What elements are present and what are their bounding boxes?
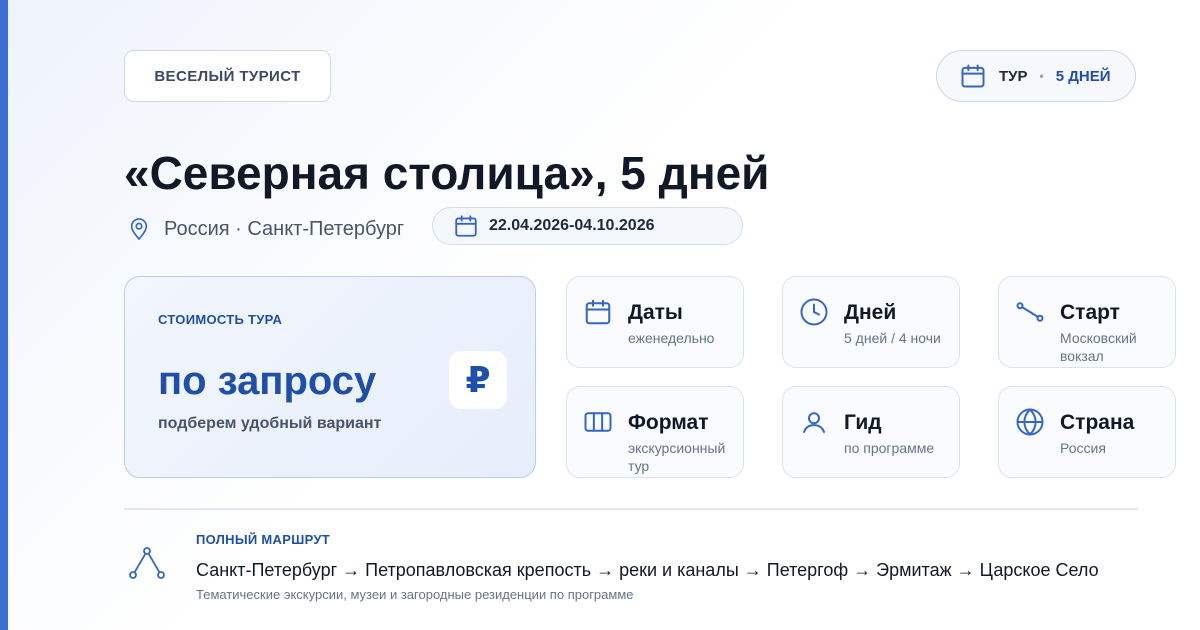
page-title: «Северная столица», 5 дней bbox=[124, 147, 770, 199]
location-text: Россия · Санкт-Петербург bbox=[164, 217, 405, 240]
info-card-title: Гид bbox=[844, 411, 882, 434]
currency-symbol: ₽ bbox=[465, 359, 491, 400]
info-card-title: Формат bbox=[628, 411, 709, 434]
route-start-icon bbox=[1015, 297, 1045, 327]
tour-duration-pill: ТУР • 5 ДНЕЙ bbox=[936, 50, 1136, 102]
info-card-days: Дней 5 дней / 4 ночи bbox=[782, 276, 960, 368]
ruble-icon: ₽ bbox=[449, 351, 507, 409]
location: Россия · Санкт-Петербург bbox=[128, 214, 404, 244]
map-pin-icon bbox=[128, 216, 150, 242]
columns-icon bbox=[583, 407, 613, 437]
route-icon bbox=[128, 545, 166, 581]
price-value: по запросу bbox=[158, 359, 377, 403]
calendar-icon bbox=[959, 62, 987, 90]
clock-icon bbox=[799, 297, 829, 327]
tour-type: ТУР bbox=[999, 67, 1028, 85]
info-card-country: Страна Россия bbox=[998, 386, 1176, 478]
info-card-value: Московский вокзал bbox=[1060, 330, 1137, 364]
info-card-title: Страна bbox=[1060, 411, 1135, 434]
info-card-title: Дней bbox=[844, 301, 897, 324]
accent-bar bbox=[0, 0, 8, 630]
info-card-title: Даты bbox=[628, 301, 683, 324]
route-label: ПОЛНЫЙ МАРШРУТ bbox=[196, 532, 331, 547]
price-label: СТОИМОСТЬ ТУРА bbox=[158, 312, 283, 327]
brand-badge[interactable]: ВЕСЕЛЫЙ ТУРИСТ bbox=[124, 50, 331, 102]
calendar-icon bbox=[453, 213, 479, 239]
info-card-format: Формат экскурсионный тур bbox=[566, 386, 744, 478]
section-divider bbox=[124, 508, 1138, 510]
tour-separator: • bbox=[1039, 69, 1044, 83]
globe-icon bbox=[1015, 407, 1045, 437]
route-note: Тематические экскурсии, музеи и загородн… bbox=[196, 587, 634, 602]
info-card-value: Россия bbox=[1060, 440, 1106, 456]
info-card-value: 5 дней / 4 ночи bbox=[844, 330, 941, 346]
info-card-title: Старт bbox=[1060, 301, 1120, 324]
calendar-icon bbox=[583, 297, 613, 327]
info-card-value: еженедельно bbox=[628, 330, 715, 346]
price-card: СТОИМОСТЬ ТУРА по запросу подберем удобн… bbox=[124, 276, 536, 478]
date-range-text: 22.04.2026-04.10.2026 bbox=[489, 217, 655, 234]
info-card-value: экскурсионный тур bbox=[628, 440, 726, 474]
info-card-start: Старт Московский вокзал bbox=[998, 276, 1176, 368]
date-range-pill: 22.04.2026-04.10.2026 bbox=[432, 207, 743, 245]
info-card-dates: Даты еженедельно bbox=[566, 276, 744, 368]
info-card-guide: Гид по программе bbox=[782, 386, 960, 478]
tour-duration: 5 ДНЕЙ bbox=[1055, 67, 1111, 85]
route-text: Санкт-Петербург → Петропавловская крепос… bbox=[196, 560, 1099, 580]
person-icon bbox=[799, 407, 829, 437]
brand-label: ВЕСЕЛЫЙ ТУРИСТ bbox=[154, 67, 301, 85]
price-subtitle: подберем удобный вариант bbox=[158, 415, 382, 432]
info-card-value: по программе bbox=[844, 440, 935, 456]
